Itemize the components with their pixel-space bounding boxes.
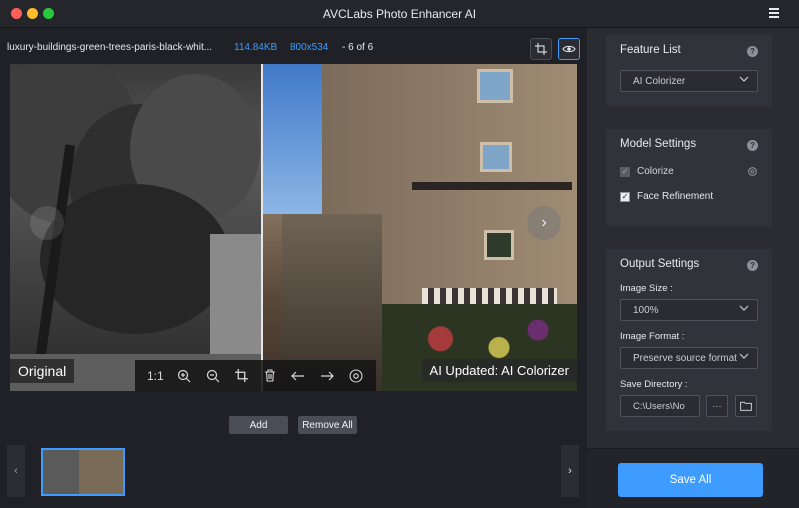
browse-button[interactable]: ··· (706, 395, 728, 417)
zoom-out-icon (206, 369, 219, 382)
work-area: luxury-buildings-green-trees-paris-black… (0, 28, 587, 508)
file-position: - 6 of 6 (342, 42, 374, 53)
add-button[interactable]: Add (229, 416, 288, 434)
zoom-out-button[interactable] (202, 365, 224, 387)
image-format-select[interactable]: Preserve source format (620, 347, 758, 369)
chevron-left-icon: ‹ (14, 465, 18, 477)
title-bar: AVCLabs Photo Enhancer AI (0, 0, 799, 28)
image-size-value: 100% (633, 305, 659, 316)
model-settings-card: Model Settings ? ✓ Colorize ✓ Face Refin… (606, 129, 772, 226)
trash-icon (264, 369, 275, 382)
ai-updated-label: AI Updated: AI Colorizer (421, 359, 577, 382)
thumbnail-prev-button[interactable]: ‹ (7, 445, 25, 497)
hamburger-menu-icon[interactable] (769, 8, 779, 18)
colorize-label: Colorize (637, 166, 674, 177)
face-refinement-label: Face Refinement (637, 191, 714, 202)
image-size-select[interactable]: 100% (620, 299, 758, 321)
zoom-in-icon (177, 369, 191, 382)
image-viewer[interactable]: › Original AI Updated: AI Colorizer 1:1 (10, 64, 577, 391)
chevron-right-icon: › (541, 214, 547, 231)
zoom-in-button[interactable] (173, 365, 195, 387)
eye-icon (349, 368, 363, 383)
chevron-down-icon (739, 76, 749, 82)
feature-select-value: AI Colorizer (633, 76, 686, 87)
colorize-checkbox: ✓ (620, 166, 630, 177)
image-format-value: Preserve source format (633, 353, 737, 364)
gear-icon[interactable] (747, 166, 758, 177)
file-name: luxury-buildings-green-trees-paris-black… (7, 42, 213, 53)
chevron-right-icon: › (568, 465, 572, 477)
output-settings-card: Output Settings ? Image Size : 100% Imag… (606, 249, 772, 431)
delete-button[interactable] (259, 365, 281, 387)
file-info-bar: luxury-buildings-green-trees-paris-black… (0, 28, 587, 64)
file-dimensions: 800x534 (290, 42, 329, 53)
crop-icon (535, 43, 547, 55)
settings-panel: Feature List ? AI Colorizer Model Settin… (587, 28, 799, 508)
crop-tool-button[interactable] (230, 365, 252, 387)
arrow-left-icon (291, 371, 305, 380)
arrow-right-icon (321, 371, 334, 380)
folder-icon (740, 401, 752, 411)
previous-button[interactable] (287, 365, 309, 387)
help-icon[interactable]: ? (747, 140, 758, 151)
compare-divider[interactable] (261, 64, 263, 391)
app-title: AVCLabs Photo Enhancer AI (322, 7, 477, 21)
eye-icon (562, 45, 576, 53)
file-size: 114.84KB (234, 42, 278, 53)
help-icon[interactable]: ? (747, 46, 758, 57)
help-icon[interactable]: ? (747, 260, 758, 271)
open-folder-button[interactable] (735, 395, 757, 417)
save-bar: Save All (587, 448, 799, 508)
original-label: Original (10, 359, 75, 383)
next-button[interactable] (316, 365, 338, 387)
chevron-down-icon (739, 305, 749, 311)
save-directory-input[interactable]: C:\Users\No (620, 395, 700, 417)
face-refinement-option[interactable]: ✓ Face Refinement (620, 191, 713, 202)
next-image-button[interactable]: › (527, 206, 561, 240)
image-size-label: Image Size : (620, 283, 673, 294)
feature-list-title: Feature List (620, 44, 681, 56)
save-all-button[interactable]: Save All (618, 463, 763, 497)
crop-button[interactable] (530, 38, 552, 60)
preview-toggle-button[interactable] (558, 38, 580, 60)
feature-select[interactable]: AI Colorizer (620, 70, 758, 92)
crop-icon (234, 369, 248, 382)
viewer-toolbar: 1:1 (135, 360, 376, 391)
remove-all-button[interactable]: Remove All (298, 416, 357, 434)
compare-view-button[interactable] (345, 365, 367, 387)
feature-list-card: Feature List ? AI Colorizer (606, 35, 772, 106)
chevron-down-icon (739, 351, 749, 361)
zoom-actual-size-button[interactable]: 1:1 (144, 365, 166, 387)
face-refinement-checkbox[interactable]: ✓ (620, 191, 630, 202)
model-settings-title: Model Settings (620, 138, 697, 150)
output-settings-title: Output Settings (620, 258, 700, 270)
image-format-label: Image Format : (620, 331, 685, 342)
save-directory-label: Save Directory : (620, 379, 688, 390)
thumbnail-item-selected[interactable] (41, 448, 125, 496)
thumbnail-strip: ‹ › (0, 443, 587, 508)
colorize-option: ✓ Colorize (620, 166, 674, 177)
thumbnail-next-button[interactable]: › (561, 445, 579, 497)
previous-image-button[interactable] (30, 206, 64, 240)
